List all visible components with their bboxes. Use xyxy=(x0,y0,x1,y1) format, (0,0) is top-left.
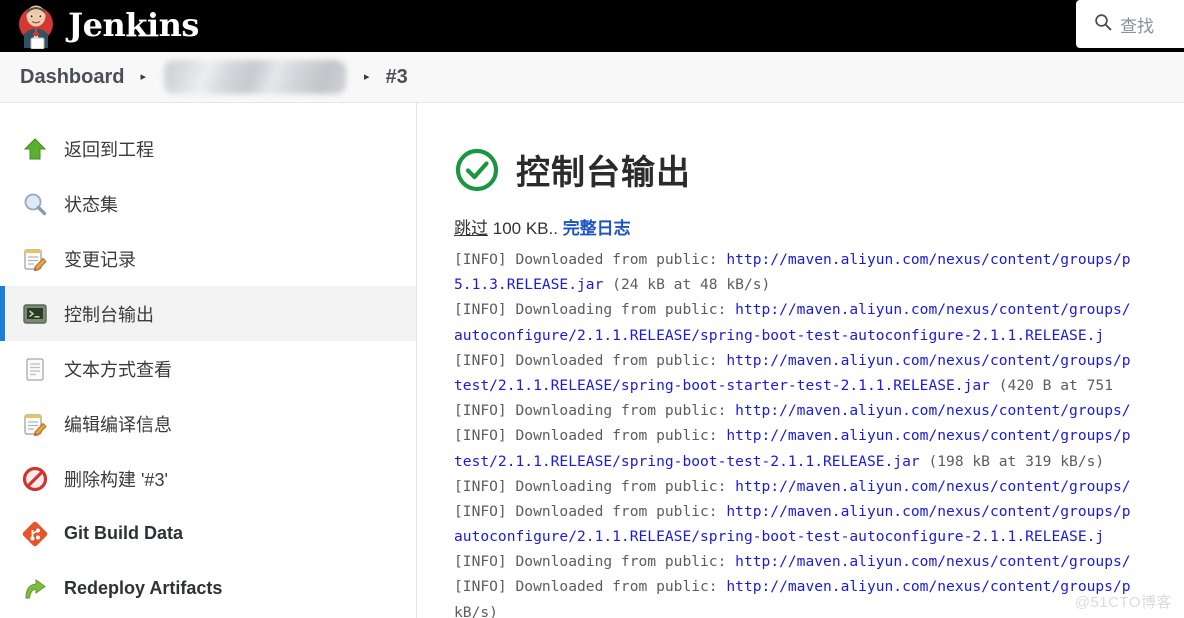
breadcrumb: Dashboard ▸ ▸ #3 xyxy=(0,52,1184,103)
breadcrumb-separator-icon: ▸ xyxy=(364,70,370,83)
terminal-icon xyxy=(22,301,48,327)
sidebar-item-git-build-data[interactable]: Git Build Data xyxy=(0,506,416,561)
console-log-line: test/2.1.1.RELEASE/spring-boot-starter-t… xyxy=(454,376,1113,394)
git-icon xyxy=(22,521,48,547)
full-log-link[interactable]: 完整日志 xyxy=(563,219,631,238)
breadcrumb-item-project-redacted[interactable] xyxy=(164,60,346,94)
redeploy-arrow-icon xyxy=(22,576,48,602)
document-icon xyxy=(22,356,48,382)
sidebar-item-status[interactable]: 状态集 xyxy=(0,176,416,231)
console-log-line: autoconfigure/2.1.1.RELEASE/spring-boot-… xyxy=(454,528,1105,546)
sidebar-item-label: 删除构建 '#3' xyxy=(64,469,168,490)
search-input[interactable]: 查找 xyxy=(1120,12,1154,37)
breadcrumb-separator-icon: ▸ xyxy=(140,70,146,83)
console-log-line: kB/s) xyxy=(454,603,498,618)
console-log-line: [INFO] Downloading from public: http://m… xyxy=(454,301,1131,319)
page-title: 控制台输出 xyxy=(516,154,691,192)
console-log-text: [INFO] Downloaded from public: http://ma… xyxy=(454,247,1184,618)
search-icon xyxy=(1094,13,1112,36)
search-box[interactable]: 查找 xyxy=(1076,0,1184,48)
console-log-line: [INFO] Downloaded from public: http://ma… xyxy=(454,251,1131,268)
sidebar-item-label: Git Build Data xyxy=(64,523,184,543)
console-log-line: [INFO] Downloaded from public: http://ma… xyxy=(454,351,1131,369)
console-log-line: test/2.1.1.RELEASE/spring-boot-test-2.1.… xyxy=(454,452,1105,470)
console-log-line: autoconfigure/2.1.1.RELEASE/spring-boot-… xyxy=(454,326,1105,344)
console-output-panel: 控制台输出 跳过 100 KB.. 完整日志 [INFO] Downloaded… xyxy=(418,103,1184,618)
sidebar-item-label: Redeploy Artifacts xyxy=(64,578,223,598)
sidebar: 返回到工程 状态集 变更记录 控制台输出 文本方式查看 编辑编译信息 删除构建 … xyxy=(0,103,417,618)
success-check-circle-icon xyxy=(454,147,500,193)
skip-size: 100 KB.. xyxy=(492,219,558,238)
jenkins-home-link[interactable]: Jenkins xyxy=(0,0,199,52)
jenkins-butler-icon xyxy=(14,3,58,50)
sidebar-item-edit-build-information[interactable]: 编辑编译信息 xyxy=(0,396,416,451)
sidebar-item-label: 文本方式查看 xyxy=(64,359,172,380)
skip-label: 跳过 xyxy=(454,219,488,238)
skip-log-line: 跳过 100 KB.. 完整日志 xyxy=(454,214,1184,239)
sidebar-item-label: 返回到工程 xyxy=(64,139,154,160)
console-log-line: [INFO] Downloaded from public: http://ma… xyxy=(454,427,1131,445)
brand-title: Jenkins xyxy=(68,5,199,44)
sidebar-item-console-output[interactable]: 控制台输出 xyxy=(0,286,416,341)
sidebar-item-back-to-project[interactable]: 返回到工程 xyxy=(0,121,416,176)
console-log-line: [INFO] Downloaded from public: http://ma… xyxy=(454,502,1131,520)
console-log-line: [INFO] Downloading from public: http://m… xyxy=(454,477,1131,495)
sidebar-item-label: 变更记录 xyxy=(64,249,136,270)
magnifier-icon xyxy=(22,191,48,217)
breadcrumb-item-build[interactable]: #3 xyxy=(386,66,408,89)
top-header-bar: Jenkins 查找 xyxy=(0,0,1184,52)
sidebar-item-redeploy-artifacts[interactable]: Redeploy Artifacts xyxy=(0,561,416,616)
console-header: 控制台输出 xyxy=(454,145,1184,194)
sidebar-item-view-as-plain-text[interactable]: 文本方式查看 xyxy=(0,341,416,396)
console-log-line: 5.1.3.RELEASE.jar (24 kB at 48 kB/s) xyxy=(454,276,771,294)
sidebar-item-label: 状态集 xyxy=(64,194,118,215)
notepad-pencil-icon xyxy=(22,246,48,272)
sidebar-item-label: 控制台输出 xyxy=(64,304,154,325)
breadcrumb-item-dashboard[interactable]: Dashboard xyxy=(20,66,124,89)
console-log-line: [INFO] Downloading from public: http://m… xyxy=(454,402,1131,420)
sidebar-item-label: 编辑编译信息 xyxy=(64,414,172,435)
console-log-line: [INFO] Downloaded from public: http://ma… xyxy=(454,578,1131,596)
sidebar-item-changes[interactable]: 变更记录 xyxy=(0,231,416,286)
up-arrow-icon xyxy=(22,136,48,162)
console-log-line: [INFO] Downloading from public: http://m… xyxy=(454,553,1131,571)
sidebar-item-delete-build[interactable]: 删除构建 '#3' xyxy=(0,451,416,506)
notepad-pencil-icon xyxy=(22,411,48,437)
no-entry-icon xyxy=(22,466,48,492)
